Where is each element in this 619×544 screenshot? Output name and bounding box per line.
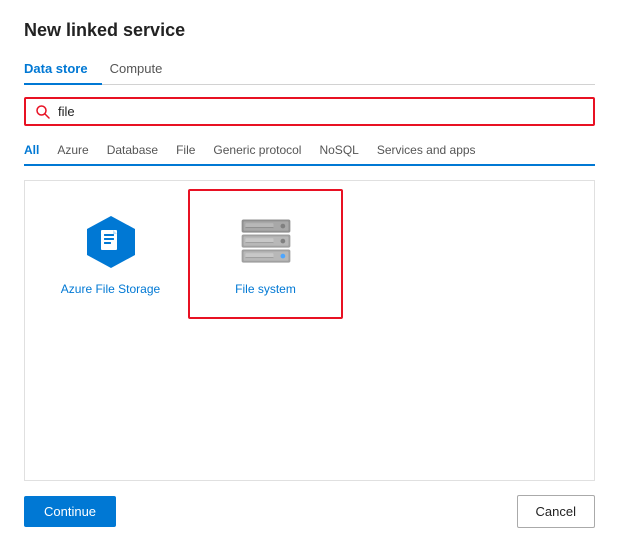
service-card-file-system[interactable]: File system (188, 189, 343, 319)
filter-tab-nosql[interactable]: NoSQL (319, 138, 370, 164)
service-card-azure-file-storage[interactable]: Azure File Storage (33, 189, 188, 319)
new-linked-service-dialog: New linked service Data store Compute Al… (0, 0, 619, 544)
filter-tab-all[interactable]: All (24, 138, 51, 164)
main-tabs: Data store Compute (24, 55, 595, 85)
search-input[interactable] (58, 104, 583, 119)
service-grid: Azure File Storage (24, 180, 595, 481)
continue-button[interactable]: Continue (24, 496, 116, 527)
filter-tab-services-apps[interactable]: Services and apps (377, 138, 488, 164)
tab-data-store[interactable]: Data store (24, 55, 102, 84)
file-system-icon (236, 212, 296, 272)
azure-file-storage-label: Azure File Storage (61, 282, 160, 296)
filter-tab-generic-protocol[interactable]: Generic protocol (213, 138, 313, 164)
filter-tab-database[interactable]: Database (107, 138, 170, 164)
cancel-button[interactable]: Cancel (517, 495, 595, 528)
dialog-title: New linked service (24, 20, 595, 41)
file-system-label: File system (235, 282, 296, 296)
tab-compute[interactable]: Compute (110, 55, 177, 84)
azure-file-storage-icon (81, 212, 141, 272)
search-icon (36, 105, 50, 119)
filter-tab-file[interactable]: File (176, 138, 207, 164)
filter-tabs: All Azure Database File Generic protocol… (24, 138, 595, 166)
footer: Continue Cancel (24, 481, 595, 528)
filter-tab-azure[interactable]: Azure (57, 138, 100, 164)
search-row (24, 97, 595, 126)
